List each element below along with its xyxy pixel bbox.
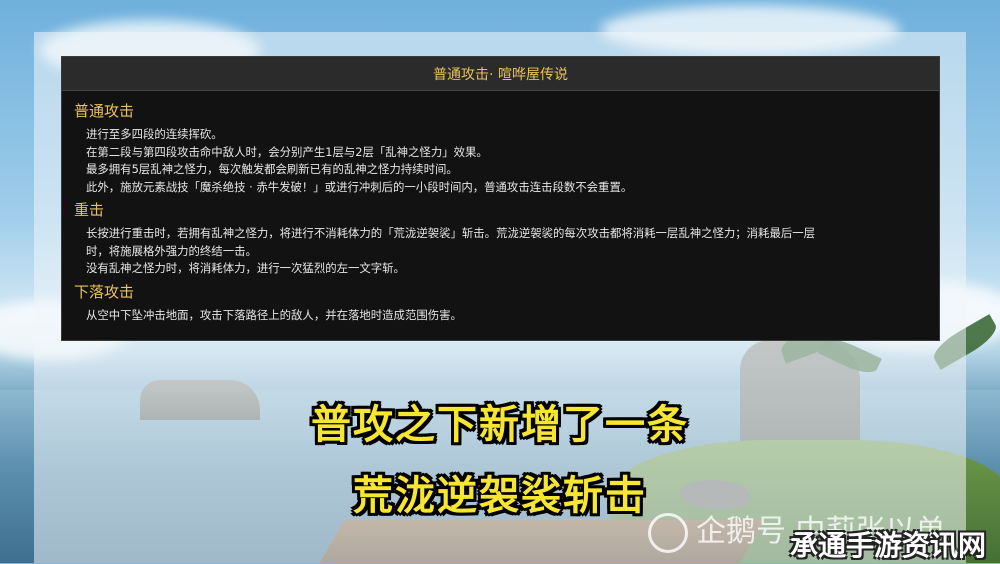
description-line: 没有乱神之怪力时，将消耗体力，进行一次猛烈的左一文字斩。 (86, 261, 405, 275)
section-title-charged-attack: 重击 (74, 201, 105, 219)
panel-body: 普通攻击 进行至多四段的连续挥砍。 在第二段与第四段攻击命中敌人时，会分别产生1… (62, 91, 939, 324)
subtitle-line-1: 普攻之下新增了一条 (311, 402, 689, 448)
panel-title: 普通攻击· 喧哗屋传说 (62, 57, 939, 91)
penguin-logo-icon (648, 512, 688, 553)
description-line: 此外，施放元素战技「魔杀绝技 · 赤牛发破！」或进行冲刺后的一小段时间内，普通攻… (86, 179, 633, 194)
description-line: 进行至多四段的连续挥砍。 (86, 127, 223, 141)
section-title-plunging-attack: 下落攻击 (74, 282, 135, 301)
description-line: 在第二段与第四段攻击命中敌人时，会分别产生1层与2层「乱神之怪力」效果。 (86, 144, 488, 159)
description-line: 从空中下坠冲击地面，攻击下落路径上的敌人，并在落地时造成范围伤害。 (86, 307, 462, 322)
section-title-normal-attack: 普通攻击 (74, 102, 135, 120)
skill-tooltip-panel: 普通攻击· 喧哗屋传说 普通攻击 进行至多四段的连续挥砍。 在第二段与第四段攻击… (61, 56, 940, 341)
description-line: 时，将施展格外强力的终结一击。 (86, 243, 257, 258)
description-line: 最多拥有5层乱神之怪力，每次触发都会刷新已有的乱神之怪力持续时间。 (86, 162, 458, 176)
description-line: 长按进行重击时，若拥有乱神之怪力，将进行不消耗体力的「荒泷逆袈裟」斩击。荒泷逆袈… (86, 226, 816, 240)
site-watermark: 承通手游资讯网 (790, 529, 987, 562)
